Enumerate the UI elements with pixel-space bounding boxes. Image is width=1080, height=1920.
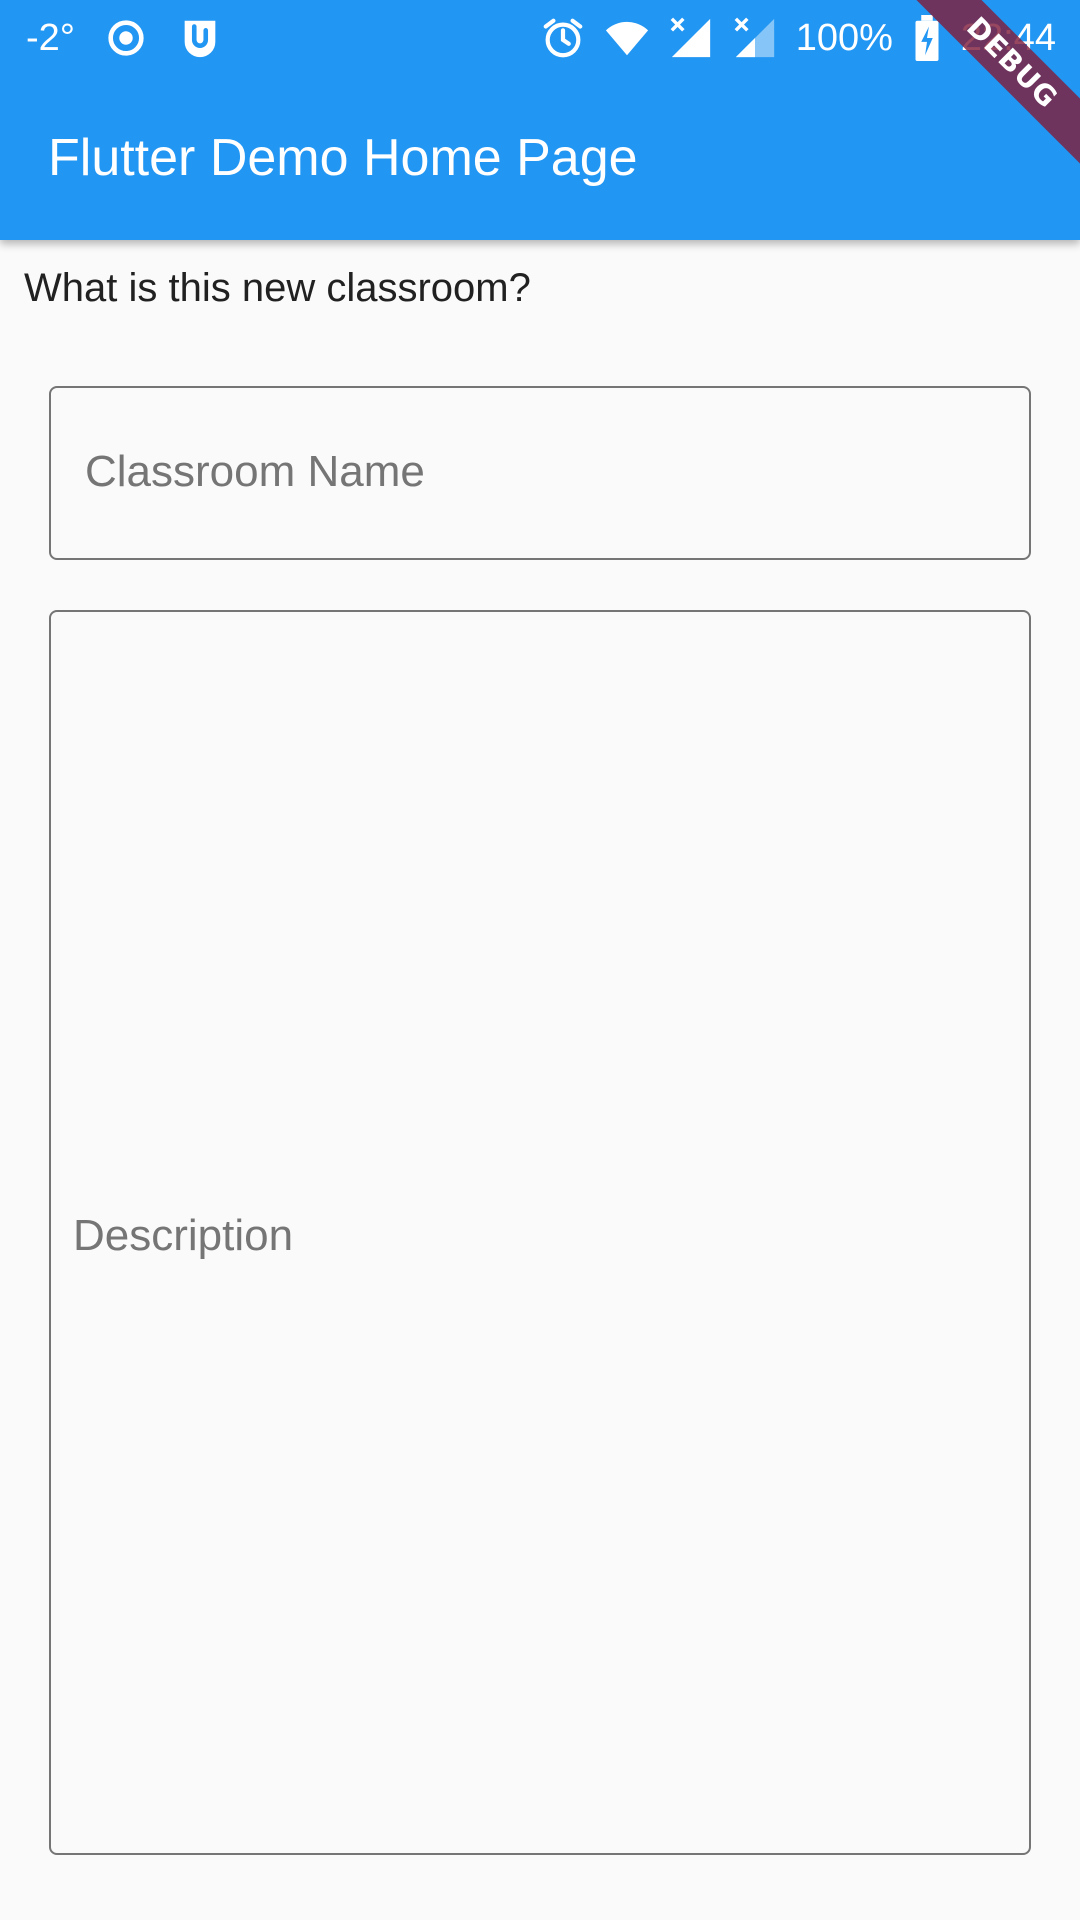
app-notification-icon xyxy=(177,15,223,61)
battery-percent-text: 100% xyxy=(795,17,893,59)
classroom-name-placeholder: Classroom Name xyxy=(85,447,425,496)
status-bar: -2° 100% 22:44 xyxy=(0,0,1080,76)
location-target-icon xyxy=(103,15,149,61)
clock-text: 22:44 xyxy=(960,17,1056,59)
temperature-text: -2° xyxy=(26,17,75,59)
form-prompt: What is this new classroom? xyxy=(24,266,531,310)
status-bar-left: -2° xyxy=(26,10,223,66)
description-placeholder: Description xyxy=(73,1211,294,1260)
cell-signal-1-icon xyxy=(668,15,714,61)
app-bar: -2° 100% 22:44 Flutter Demo Home Page xyxy=(0,0,1080,240)
page-title: Flutter Demo Home Page xyxy=(48,129,638,187)
screen: -2° 100% 22:44 Flutter Demo Home Page DE… xyxy=(0,0,1080,1920)
alarm-icon xyxy=(540,15,586,61)
description-field[interactable]: Description xyxy=(49,610,1031,1855)
status-bar-right: 100% 22:44 xyxy=(540,10,1056,66)
classroom-name-field[interactable]: Classroom Name xyxy=(49,386,1031,560)
battery-charging-icon xyxy=(911,15,943,61)
wifi-icon xyxy=(604,15,650,61)
cell-signal-2-icon xyxy=(732,15,778,61)
